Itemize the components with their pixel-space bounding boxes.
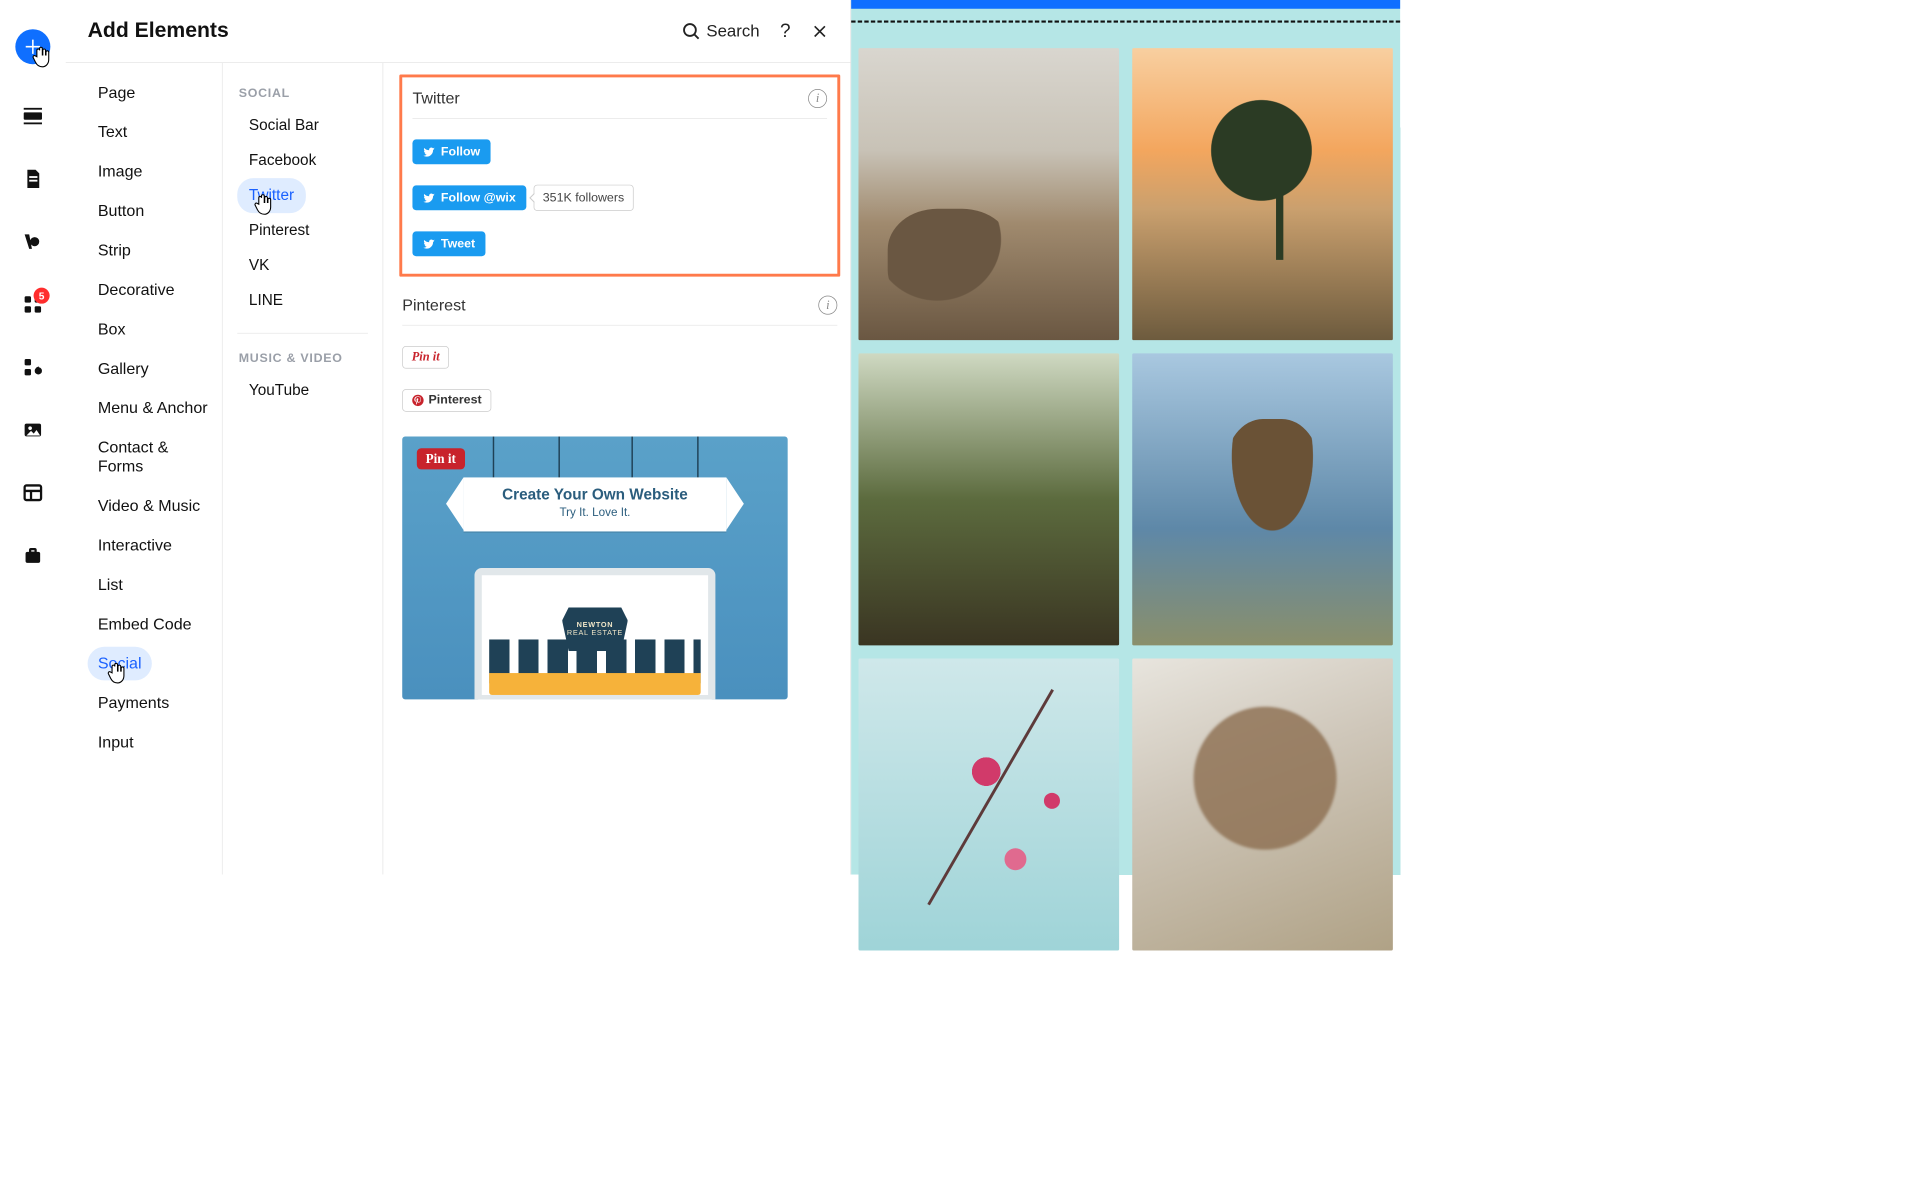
sub-twitter-label: Twitter (249, 187, 294, 204)
cat-interactive[interactable]: Interactive (88, 529, 183, 563)
cat-social-label: Social (98, 654, 142, 672)
sub-divider (237, 333, 368, 334)
sub-social-bar[interactable]: Social Bar (237, 108, 330, 143)
twitter-tweet-widget[interactable]: Tweet (412, 231, 485, 256)
gallery-image[interactable] (858, 48, 1119, 340)
cat-menu-anchor[interactable]: Menu & Anchor (88, 391, 218, 425)
canvas-top-bar (851, 0, 1400, 9)
apps-icon[interactable]: 5 (22, 293, 44, 315)
cat-social[interactable]: Social (88, 647, 152, 681)
info-icon[interactable]: i (818, 296, 837, 315)
pin-overlay: Pin it (417, 448, 465, 469)
gallery-image[interactable] (1132, 48, 1393, 340)
pinterest-icon (412, 394, 424, 406)
sub-group-social: SOCIAL (237, 86, 382, 108)
panel-title: Add Elements (88, 19, 660, 43)
hero-monitor: NEWTON REAL ESTATE (475, 568, 716, 699)
twitter-section: Twitter i Follow Follow @wix (399, 74, 840, 276)
category-list: Page Text Image Button Strip Decorative … (66, 63, 223, 875)
twitter-follow-label: Follow (441, 145, 480, 160)
section-icon[interactable] (22, 105, 44, 127)
gallery-image[interactable] (858, 353, 1119, 645)
add-elements-button[interactable] (15, 29, 50, 64)
search-label: Search (706, 21, 759, 41)
editor-canvas[interactable] (851, 0, 1400, 875)
sub-twitter[interactable]: Twitter (237, 178, 306, 213)
twitter-follow-at-label: Follow @wix (441, 191, 516, 206)
sub-vk[interactable]: VK (237, 248, 281, 283)
pinit-widget[interactable]: Pin it (402, 346, 449, 369)
cat-decorative[interactable]: Decorative (88, 273, 185, 307)
pinterest-follow-widget[interactable]: Pinterest (402, 389, 491, 412)
pinterest-btn-label: Pinterest (429, 393, 482, 408)
theme-icon[interactable] (22, 231, 44, 253)
gallery-image[interactable] (1132, 353, 1393, 645)
cat-box[interactable]: Box (88, 312, 136, 346)
cat-embed-code[interactable]: Embed Code (88, 607, 202, 641)
help-button[interactable]: ? (780, 20, 791, 43)
plus-icon (15, 29, 50, 64)
cat-strip[interactable]: Strip (88, 234, 141, 268)
pinit-label: Pin it (412, 350, 440, 365)
page-icon[interactable] (22, 168, 44, 190)
twitter-tweet-label: Tweet (441, 237, 475, 252)
canvas-gallery (851, 48, 1400, 874)
media-icon[interactable] (22, 419, 44, 441)
cat-text[interactable]: Text (88, 115, 138, 149)
close-button[interactable] (811, 22, 829, 40)
sub-pinterest[interactable]: Pinterest (237, 213, 321, 248)
panel-header: Add Elements Search ? (66, 0, 851, 63)
cat-image[interactable]: Image (88, 155, 153, 189)
pinterest-section: Pinterest i Pin it Pinterest (402, 291, 837, 705)
cat-video-music[interactable]: Video & Music (88, 489, 211, 523)
add-elements-panel: Add Elements Search ? Page Text Image Bu… (66, 0, 851, 875)
sub-line[interactable]: LINE (237, 283, 294, 318)
canvas-guide-line (851, 20, 1400, 22)
sub-youtube[interactable]: YouTube (237, 373, 321, 408)
pinterest-hero-widget[interactable]: Pin it Create Your Own Website Try It. L… (402, 437, 787, 700)
search-button[interactable]: Search (680, 20, 759, 42)
apps-badge: 5 (34, 288, 50, 304)
twitter-follow-widget[interactable]: Follow (412, 139, 490, 164)
cat-button[interactable]: Button (88, 194, 155, 228)
twitter-bird-icon (423, 145, 436, 158)
hero-line2: Try It. Love It. (474, 507, 716, 520)
twitter-follow-at-widget[interactable]: Follow @wix (412, 185, 526, 210)
business-icon[interactable] (22, 545, 44, 567)
pinterest-section-title: Pinterest (402, 296, 818, 315)
layout-icon[interactable] (22, 482, 44, 504)
cat-payments[interactable]: Payments (88, 686, 180, 720)
sub-group-music-video: MUSIC & VIDEO (237, 351, 382, 373)
left-icon-rail: 5 (0, 0, 66, 875)
app-settings-icon[interactable] (22, 356, 44, 378)
gallery-image[interactable] (858, 658, 1119, 950)
hero-line1: Create Your Own Website (474, 486, 716, 504)
gallery-image[interactable] (1132, 658, 1393, 950)
twitter-bird-icon (423, 191, 436, 204)
cat-gallery[interactable]: Gallery (88, 352, 159, 386)
cat-list[interactable]: List (88, 568, 133, 602)
subcategory-list: SOCIAL Social Bar Facebook Twitter Pinte… (223, 63, 384, 875)
hero-flag: Create Your Own Website Try It. Love It. (464, 477, 727, 531)
cat-contact-forms[interactable]: Contact & Forms (88, 431, 222, 484)
sub-facebook[interactable]: Facebook (237, 143, 328, 178)
element-preview-column: Twitter i Follow Follow @wix (383, 63, 850, 875)
twitter-bird-icon (423, 237, 436, 250)
twitter-follower-count: 351K followers (533, 185, 633, 211)
twitter-section-title: Twitter (412, 89, 808, 108)
cat-input[interactable]: Input (88, 726, 144, 760)
info-icon[interactable]: i (808, 89, 827, 108)
cat-page[interactable]: Page (88, 76, 146, 110)
